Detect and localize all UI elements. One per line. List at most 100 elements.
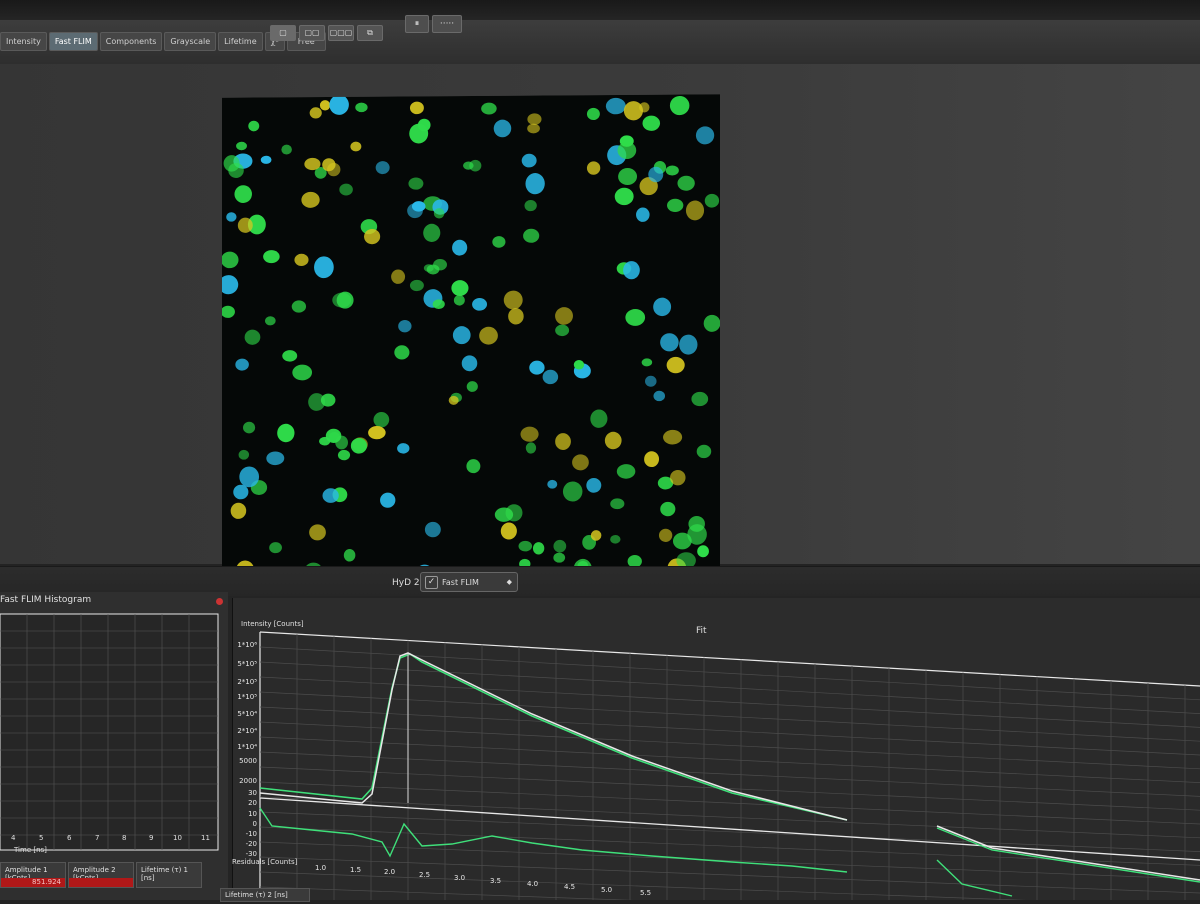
cell — [350, 437, 368, 454]
chevron-updown-icon: ◆ — [506, 578, 512, 586]
cell — [269, 542, 282, 554]
cell — [590, 409, 608, 428]
hist-tick: 5 — [39, 834, 44, 842]
view-layout-buttons: ▢ ▢▢ ▢▢▢ ⧉ — [270, 25, 383, 41]
hist-tick: 11 — [201, 834, 210, 842]
cell — [466, 459, 481, 474]
cell — [610, 498, 625, 510]
hist-tick: 6 — [67, 834, 72, 842]
y-tick: 5*10⁵ — [237, 660, 257, 668]
cell — [503, 290, 523, 310]
cell — [277, 423, 295, 443]
single-view-icon[interactable]: ▢ — [270, 25, 296, 41]
cell — [309, 524, 326, 541]
cell — [525, 173, 545, 195]
cell — [292, 364, 313, 381]
x-tick: 5.0 — [601, 886, 613, 894]
cell — [669, 95, 690, 116]
cell — [461, 355, 478, 372]
cell — [433, 259, 447, 271]
cell — [335, 435, 348, 450]
amplitude-2-value — [69, 878, 133, 887]
flim-image[interactable] — [222, 94, 720, 638]
cell — [586, 161, 601, 175]
cell — [228, 162, 244, 178]
cell — [409, 279, 424, 292]
cell — [494, 507, 514, 522]
stack-view-icon[interactable]: ⧉ — [357, 25, 383, 41]
cell — [547, 479, 558, 489]
pause-icon[interactable]: ⏸ — [405, 15, 429, 33]
tab-intensity[interactable]: Intensity — [0, 32, 47, 51]
histogram-title: Fast FLIM Histogram — [0, 595, 92, 605]
cell — [433, 208, 445, 219]
detector-mode-select[interactable]: ✓ Fast FLIM ◆ — [420, 572, 518, 592]
cell — [529, 360, 545, 375]
cell — [648, 166, 664, 183]
cell — [452, 326, 471, 345]
triple-view-icon[interactable]: ▢▢▢ — [328, 25, 354, 41]
cell — [373, 412, 390, 428]
parameter-tabs: Amplitude 1 [kCnts] 851.924 Amplitude 2 … — [0, 862, 202, 888]
tab-components[interactable]: Components — [99, 32, 163, 51]
cell — [704, 193, 720, 208]
cell — [625, 309, 646, 326]
amplitude-1-value: 851.924 — [1, 878, 65, 887]
histogram-plot — [0, 612, 222, 862]
cell — [623, 101, 644, 121]
cell — [408, 177, 424, 190]
cell — [642, 115, 661, 131]
cell — [304, 157, 321, 171]
cell — [463, 161, 474, 170]
cell — [375, 161, 390, 175]
cell — [327, 162, 341, 177]
cell — [617, 141, 637, 160]
tab-lifetime[interactable]: Lifetime — [218, 32, 263, 51]
cell — [586, 477, 602, 493]
cell — [663, 429, 683, 445]
cell — [527, 123, 540, 134]
cell — [616, 464, 636, 479]
image-viewer — [0, 64, 1200, 638]
hist-tick: 8 — [122, 834, 127, 842]
tab-grayscale[interactable]: Grayscale — [164, 32, 217, 51]
cell — [636, 207, 650, 222]
cell — [614, 187, 634, 206]
tab-fast-flim[interactable]: Fast FLIM — [48, 32, 98, 51]
cell — [322, 488, 339, 503]
y-tick: 30 — [248, 789, 257, 797]
x-tick: 1.5 — [350, 866, 362, 874]
cell — [244, 329, 261, 345]
cell — [696, 444, 712, 459]
x-tick: 3.5 — [490, 877, 502, 885]
cell — [695, 126, 715, 145]
close-icon[interactable] — [216, 598, 223, 605]
cell — [343, 548, 356, 562]
cell — [309, 107, 322, 119]
cell — [644, 451, 660, 468]
cell — [337, 449, 351, 461]
cell — [623, 261, 640, 280]
checkmark-icon[interactable]: ✓ — [425, 575, 438, 589]
cell — [508, 308, 524, 325]
cell — [685, 200, 705, 221]
amplitude-2-tab[interactable]: Amplitude 2 [kCnts] — [68, 862, 134, 888]
cell — [230, 502, 247, 519]
cell — [329, 94, 349, 115]
cell — [523, 228, 540, 243]
cell — [239, 466, 260, 488]
more-options-icon[interactable]: ····· — [432, 15, 462, 33]
cell — [555, 307, 573, 325]
cell — [518, 540, 533, 552]
x-tick: 1.0 — [315, 864, 327, 872]
dual-view-icon[interactable]: ▢▢ — [299, 25, 325, 41]
cell — [368, 426, 386, 440]
y-tick: 1*10⁴ — [237, 743, 257, 751]
lifetime-1-tab[interactable]: Lifetime (τ) 1 [ns] — [136, 862, 202, 888]
cell — [472, 298, 488, 311]
hist-tick: 10 — [173, 834, 182, 842]
cell — [448, 395, 459, 405]
x-tick: 3.0 — [454, 874, 466, 882]
amplitude-1-tab[interactable]: Amplitude 1 [kCnts] 851.924 — [0, 862, 66, 888]
cell — [492, 236, 506, 248]
